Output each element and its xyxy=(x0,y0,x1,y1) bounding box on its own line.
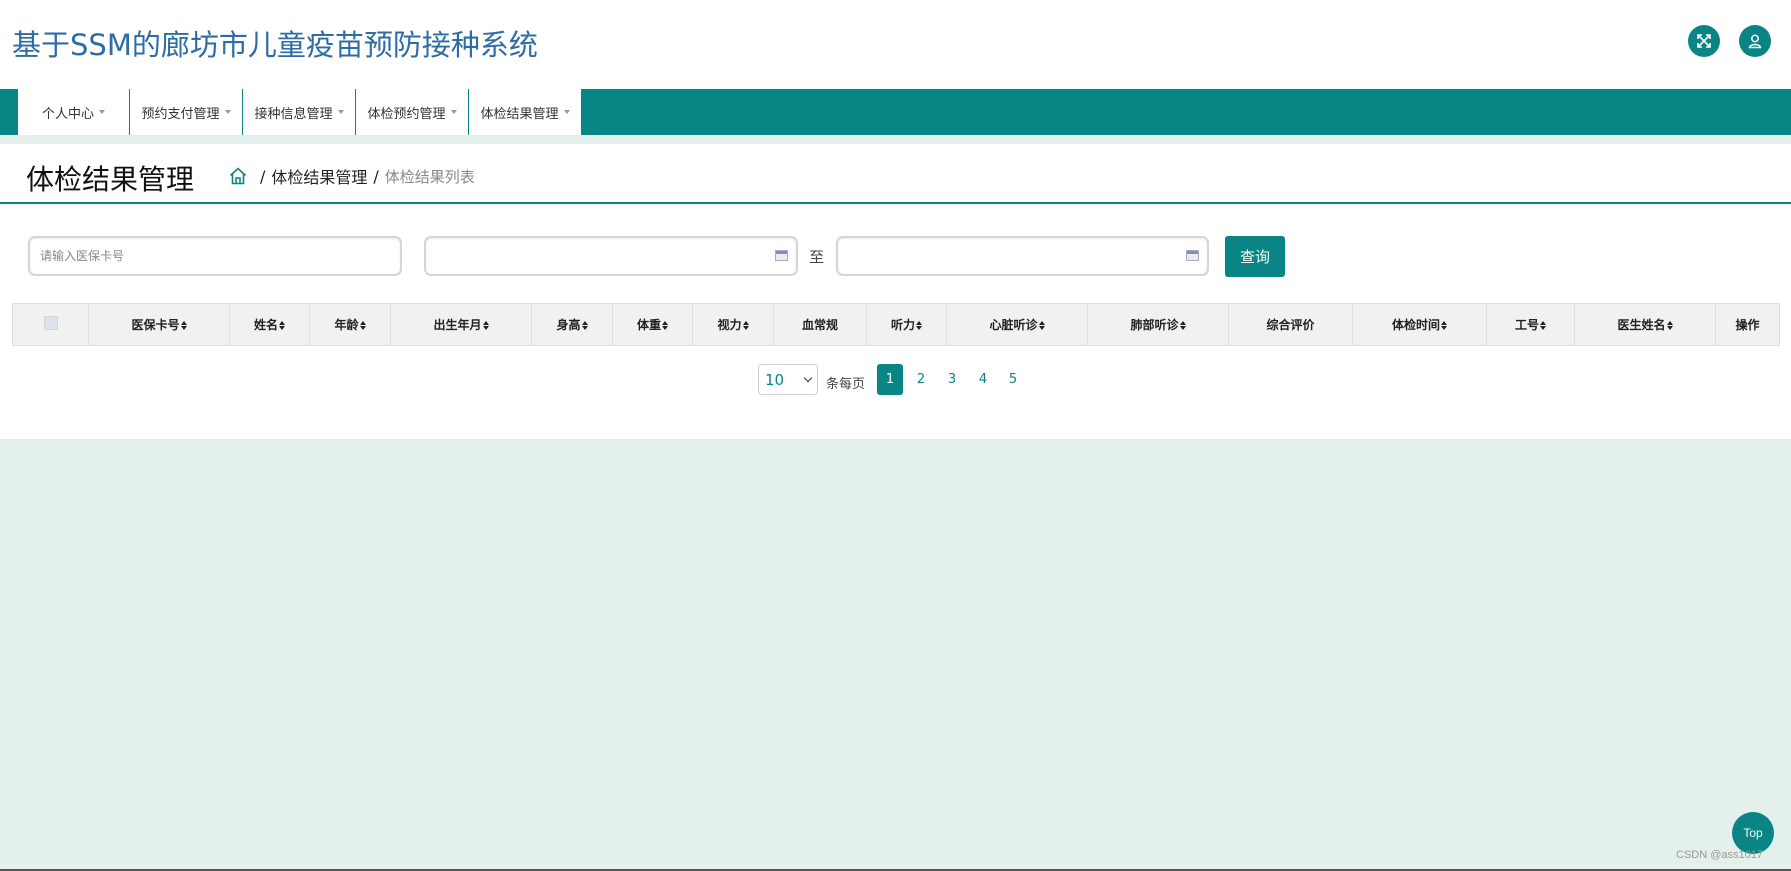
caret-down-icon xyxy=(224,110,231,114)
watermark: CSDN @ass1017 xyxy=(1676,849,1763,861)
column-header[interactable]: 心脏听诊 xyxy=(946,303,1088,346)
column-header[interactable]: 视力 xyxy=(692,303,774,346)
page-size-value: 10 xyxy=(765,370,785,389)
column-header[interactable]: 体重 xyxy=(612,303,693,346)
card-number-field xyxy=(28,236,402,276)
sort-icon xyxy=(1038,321,1045,330)
sort-icon xyxy=(1666,321,1673,330)
breadcrumb-current: 体检结果列表 xyxy=(384,167,475,186)
breadcrumb-separator: / xyxy=(260,166,266,186)
calendar-icon[interactable] xyxy=(775,250,788,261)
nav-label: 体检结果管理 xyxy=(480,106,559,122)
date-from-field xyxy=(424,236,798,276)
page-header: 体检结果管理 / 体检结果管理 / 体检结果列表 xyxy=(0,144,1791,204)
select-all-header xyxy=(12,303,89,346)
column-header[interactable]: 工号 xyxy=(1486,303,1575,346)
select-all-checkbox[interactable] xyxy=(43,316,58,330)
nav-item-appointment-payment[interactable]: 预约支付管理 xyxy=(129,89,242,135)
column-header: 操作 xyxy=(1715,303,1780,346)
column-header[interactable]: 听力 xyxy=(866,303,947,346)
date-to-input[interactable] xyxy=(838,238,1207,274)
breadcrumb: / 体检结果管理 / 体检结果列表 xyxy=(228,164,475,188)
column-header[interactable]: 出生年月 xyxy=(390,303,532,346)
sort-icon xyxy=(662,321,668,330)
chevron-down-icon xyxy=(803,373,813,383)
calendar-icon[interactable] xyxy=(1186,250,1199,261)
nav-label: 个人中心 xyxy=(41,106,94,122)
per-page-label: 条每页 xyxy=(826,377,866,392)
back-to-top-button[interactable]: Top xyxy=(1732,812,1774,854)
column-header[interactable]: 年龄 xyxy=(309,303,391,346)
results-table: 医保卡号 姓名 年龄 出生年月 身高 体重 视力 血常规 听力 心脏听诊 肺部听… xyxy=(12,303,1780,346)
fullscreen-button[interactable] xyxy=(1688,25,1720,57)
main-nav: 个人中心 预约支付管理 接种信息管理 体检预约管理 体检结果管理 xyxy=(0,89,1791,135)
card-number-input[interactable] xyxy=(30,238,400,274)
table-header-row: 医保卡号 姓名 年龄 出生年月 身高 体重 视力 血常规 听力 心脏听诊 肺部听… xyxy=(12,303,1780,346)
breadcrumb-separator: / xyxy=(373,166,379,186)
caret-down-icon xyxy=(99,110,105,114)
sort-icon xyxy=(916,321,922,330)
page-button-4[interactable]: 4 xyxy=(970,364,996,395)
nav-label: 体检预约管理 xyxy=(367,106,446,122)
fullscreen-icon xyxy=(1697,34,1711,48)
search-button[interactable]: 查询 xyxy=(1225,236,1285,277)
column-header[interactable]: 体检时间 xyxy=(1352,303,1487,346)
sort-icon xyxy=(1441,321,1447,330)
sort-icon xyxy=(279,321,285,330)
column-header[interactable]: 姓名 xyxy=(229,303,310,346)
nav-item-vaccination-info[interactable]: 接种信息管理 xyxy=(242,89,355,135)
date-to-field xyxy=(836,236,1209,276)
user-icon xyxy=(1748,34,1762,49)
page-size-select[interactable]: 10 xyxy=(758,364,818,395)
user-menu-button[interactable] xyxy=(1739,25,1771,57)
home-icon[interactable] xyxy=(228,166,248,186)
nav-label: 接种信息管理 xyxy=(254,106,333,122)
caret-down-icon xyxy=(563,110,570,114)
column-header[interactable]: 身高 xyxy=(531,303,613,346)
sort-icon xyxy=(581,321,588,330)
date-range-separator: 至 xyxy=(809,248,825,266)
column-header[interactable]: 医保卡号 xyxy=(88,303,230,346)
sort-icon xyxy=(359,321,366,330)
app-title: 基于SSM的廊坊市儿童疫苗预防接种系统 xyxy=(12,28,538,62)
page-title: 体检结果管理 xyxy=(26,163,195,196)
sort-icon xyxy=(742,321,749,330)
column-header[interactable]: 医生姓名 xyxy=(1574,303,1716,346)
breadcrumb-section[interactable]: 体检结果管理 xyxy=(271,164,367,188)
caret-down-icon xyxy=(450,110,457,114)
content-panel: 体检结果管理 / 体检结果管理 / 体检结果列表 至 查询 xyxy=(0,144,1791,439)
column-header[interactable]: 肺部听诊 xyxy=(1087,303,1229,346)
sort-icon xyxy=(180,321,187,330)
sort-icon xyxy=(482,321,489,330)
nav-item-checkup-appointment[interactable]: 体检预约管理 xyxy=(355,89,468,135)
top-header: 基于SSM的廊坊市儿童疫苗预防接种系统 xyxy=(0,0,1791,89)
nav-label: 预约支付管理 xyxy=(141,106,220,122)
nav-item-personal-center[interactable]: 个人中心 xyxy=(17,89,129,135)
column-header: 综合评价 xyxy=(1228,303,1353,346)
page-button-1[interactable]: 1 xyxy=(877,364,903,395)
page-button-3[interactable]: 3 xyxy=(939,364,965,395)
page-button-2[interactable]: 2 xyxy=(908,364,934,395)
date-from-input[interactable] xyxy=(426,238,796,274)
sort-icon xyxy=(1179,321,1186,330)
sort-icon xyxy=(1540,321,1546,330)
nav-item-checkup-results[interactable]: 体检结果管理 xyxy=(468,89,581,135)
page-button-5[interactable]: 5 xyxy=(1000,364,1026,395)
column-header: 血常规 xyxy=(773,303,867,346)
caret-down-icon xyxy=(337,110,344,114)
